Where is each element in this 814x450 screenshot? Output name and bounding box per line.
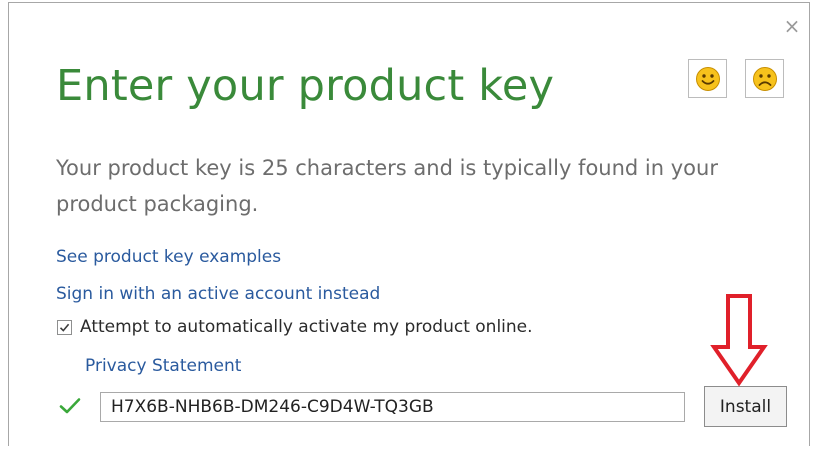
auto-activate-label: Attempt to automatically activate my pro… [80, 317, 533, 337]
close-button[interactable]: × [781, 15, 803, 37]
page-title: Enter your product key [56, 61, 555, 111]
auto-activate-checkbox[interactable] [57, 319, 72, 335]
sign-in-link[interactable]: Sign in with an active account instead [56, 284, 380, 304]
frown-feedback-button[interactable] [745, 59, 784, 98]
smile-icon [695, 66, 720, 91]
down-arrow-icon [710, 294, 768, 387]
install-button[interactable]: Install [704, 386, 787, 427]
product-key-dialog: × Enter your product key Your product ke… [8, 2, 810, 446]
description-text: Your product key is 25 characters and is… [56, 156, 718, 216]
smile-feedback-button[interactable] [688, 59, 727, 98]
auto-activate-row: Attempt to automatically activate my pro… [57, 317, 533, 337]
checkmark-icon [59, 323, 70, 332]
frown-icon [752, 66, 777, 91]
privacy-statement-link[interactable]: Privacy Statement [85, 356, 241, 376]
close-icon: × [783, 14, 801, 38]
see-examples-link[interactable]: See product key examples [56, 247, 281, 267]
product-key-input[interactable] [100, 392, 685, 422]
valid-check-icon [59, 398, 81, 414]
